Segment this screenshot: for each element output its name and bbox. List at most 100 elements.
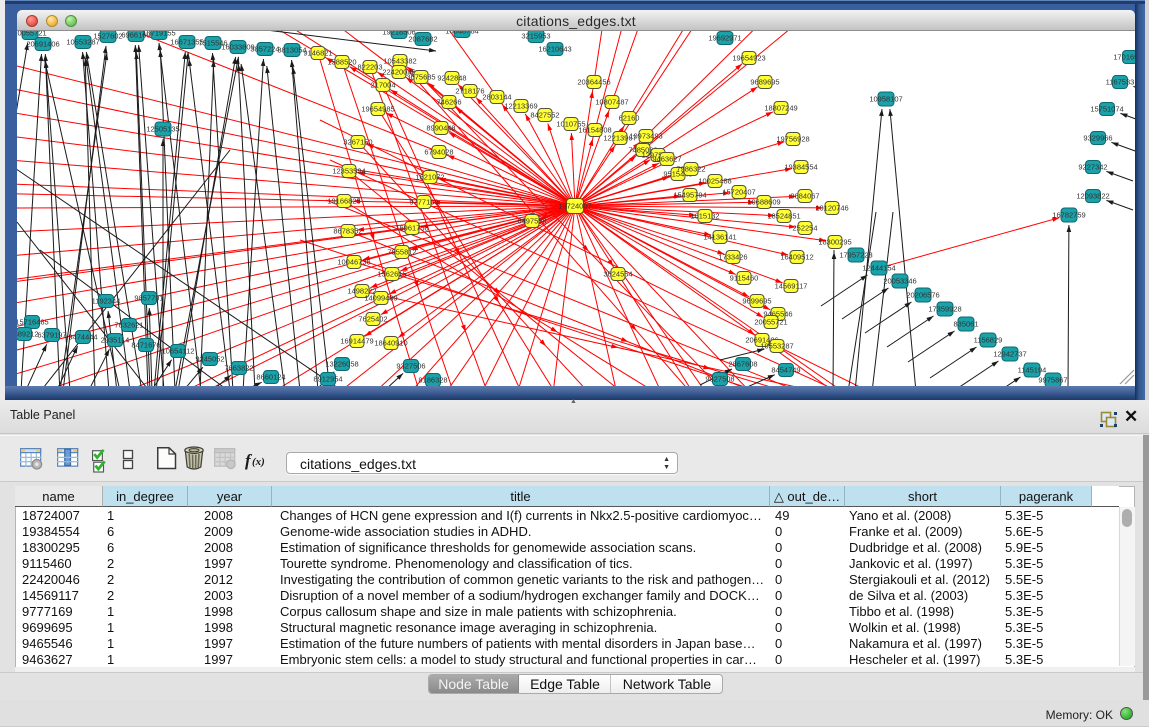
svg-text:9146821: 9146821 bbox=[303, 49, 332, 58]
svg-text:18724007: 18724007 bbox=[558, 202, 591, 211]
svg-text:20055721: 20055721 bbox=[17, 31, 47, 38]
svg-text:2087682: 2087682 bbox=[408, 35, 437, 44]
svg-text:10958107: 10958107 bbox=[869, 95, 902, 104]
svg-text:10807487: 10807487 bbox=[595, 98, 628, 107]
svg-text:12444154: 12444154 bbox=[862, 264, 895, 273]
svg-text:1621072: 1621072 bbox=[415, 173, 444, 182]
svg-text:8186328: 8186328 bbox=[418, 376, 447, 385]
svg-text:19692971: 19692971 bbox=[708, 34, 741, 43]
svg-text:7986322: 7986322 bbox=[676, 165, 705, 174]
svg-text:8990448: 8990448 bbox=[426, 124, 455, 133]
svg-text:1562615: 1562615 bbox=[377, 270, 406, 279]
svg-text:7632621: 7632621 bbox=[114, 321, 143, 330]
svg-text:12353594: 12353594 bbox=[332, 167, 365, 176]
svg-text:9699695: 9699695 bbox=[742, 297, 771, 306]
svg-text:10046736: 10046736 bbox=[337, 258, 370, 267]
svg-text:9777169: 9777169 bbox=[409, 198, 438, 207]
svg-text:14136141: 14136141 bbox=[703, 233, 736, 242]
svg-text:20055721: 20055721 bbox=[754, 318, 787, 327]
svg-text:822203: 822203 bbox=[357, 63, 382, 72]
svg-text:1588520: 1588520 bbox=[327, 58, 356, 67]
svg-text:15751074: 15751074 bbox=[1090, 105, 1123, 114]
svg-text:9329966: 9329966 bbox=[1083, 134, 1112, 143]
svg-text:9474444: 9474444 bbox=[68, 333, 97, 342]
svg-text:1615132: 1615132 bbox=[690, 212, 719, 221]
svg-text:15720407: 15720407 bbox=[722, 188, 755, 197]
svg-text:9245052: 9245052 bbox=[195, 355, 224, 364]
svg-text:20364456: 20364456 bbox=[577, 78, 610, 87]
svg-text:19166825: 19166825 bbox=[327, 197, 360, 206]
svg-text:(x): (x) bbox=[252, 456, 265, 468]
svg-text:8471676: 8471676 bbox=[131, 341, 160, 350]
svg-text:2803144: 2803144 bbox=[482, 93, 511, 102]
svg-text:7955812: 7955812 bbox=[387, 248, 416, 257]
svg-text:20206576: 20206576 bbox=[906, 291, 939, 300]
svg-text:12942737: 12942737 bbox=[993, 350, 1026, 359]
svg-text:9975867: 9975867 bbox=[1038, 376, 1067, 385]
svg-text:9684067: 9684067 bbox=[790, 192, 819, 201]
svg-text:17359928: 17359928 bbox=[928, 305, 961, 314]
svg-text:746266: 746266 bbox=[436, 98, 461, 107]
svg-text:10553287: 10553287 bbox=[760, 342, 793, 351]
svg-text:17957223: 17957223 bbox=[839, 251, 872, 260]
svg-text:8454749: 8454749 bbox=[771, 366, 800, 375]
svg-text:19756928: 19756928 bbox=[776, 135, 809, 144]
svg-text:9227342: 9227342 bbox=[1078, 163, 1107, 172]
svg-text:16409512: 16409512 bbox=[780, 253, 813, 262]
svg-text:1145194: 1145194 bbox=[1018, 366, 1047, 375]
svg-text:10973493: 10973493 bbox=[629, 132, 662, 141]
svg-text:8660124: 8660124 bbox=[256, 373, 285, 382]
svg-text:9115460: 9115460 bbox=[730, 274, 759, 283]
svg-text:9327506: 9327506 bbox=[396, 362, 425, 371]
svg-text:3267150: 3267150 bbox=[343, 138, 372, 147]
svg-text:15495794: 15495794 bbox=[673, 191, 706, 200]
svg-text:8813054: 8813054 bbox=[277, 46, 306, 55]
svg-text:9857791: 9857791 bbox=[134, 294, 163, 303]
svg-text:16648784: 16648784 bbox=[445, 31, 478, 36]
svg-text:1733426: 1733426 bbox=[718, 253, 747, 262]
svg-text:12505135: 12505135 bbox=[146, 125, 179, 134]
svg-text:9327508: 9327508 bbox=[705, 375, 734, 384]
svg-text:8427552: 8427552 bbox=[530, 111, 559, 120]
svg-text:9689695: 9689695 bbox=[750, 78, 779, 87]
svg-text:16961758: 16961758 bbox=[395, 224, 428, 233]
svg-text:835061: 835061 bbox=[953, 320, 978, 329]
svg-text:62160: 62160 bbox=[619, 114, 640, 123]
svg-text:18807249: 18807249 bbox=[764, 104, 797, 113]
svg-text:2867608: 2867608 bbox=[728, 360, 757, 369]
svg-text:10543382: 10543382 bbox=[383, 57, 416, 66]
svg-text:15716485: 15716485 bbox=[17, 318, 49, 327]
svg-text:16782759: 16782759 bbox=[1052, 211, 1085, 220]
svg-text:12213369: 12213369 bbox=[504, 102, 537, 111]
svg-text:1192344: 1192344 bbox=[92, 297, 121, 306]
svg-text:20053346: 20053346 bbox=[883, 277, 916, 286]
svg-text:10654112: 10654112 bbox=[162, 347, 195, 356]
svg-text:252254: 252254 bbox=[792, 224, 817, 233]
svg-text:8678352: 8678352 bbox=[333, 227, 362, 236]
svg-text:6379197: 6379197 bbox=[37, 331, 66, 340]
svg-text:3857224: 3857224 bbox=[250, 45, 279, 54]
svg-text:19654985: 19654985 bbox=[361, 105, 394, 114]
svg-text:3215953: 3215953 bbox=[521, 32, 550, 41]
svg-text:18524851: 18524851 bbox=[767, 212, 800, 221]
svg-text:2935114: 2935114 bbox=[101, 336, 130, 345]
svg-text:7625402: 7625402 bbox=[358, 315, 387, 324]
svg-text:10025488: 10025488 bbox=[698, 177, 731, 186]
svg-text:9463627: 9463627 bbox=[652, 155, 681, 164]
svg-text:10688609: 10688609 bbox=[747, 198, 780, 207]
svg-text:1167533: 1167533 bbox=[1106, 78, 1135, 87]
svg-text:14569117: 14569117 bbox=[775, 282, 808, 291]
svg-text:16210643: 16210643 bbox=[538, 45, 571, 54]
svg-text:18640910: 18640910 bbox=[374, 339, 407, 348]
svg-text:19654923: 19654923 bbox=[732, 54, 765, 63]
svg-text:19384554: 19384554 bbox=[784, 163, 817, 172]
svg-text:1527602: 1527602 bbox=[93, 32, 122, 41]
svg-text:2718176: 2718176 bbox=[455, 87, 484, 96]
svg-text:13226058: 13226058 bbox=[325, 360, 358, 369]
svg-text:18300295: 18300295 bbox=[818, 238, 851, 247]
svg-text:8912954: 8912954 bbox=[313, 375, 342, 384]
svg-text:20691406: 20691406 bbox=[26, 40, 59, 49]
svg-text:17016504: 17016504 bbox=[1113, 53, 1135, 62]
svg-text:10120746: 10120746 bbox=[815, 204, 848, 213]
svg-text:6794028: 6794028 bbox=[424, 148, 453, 157]
